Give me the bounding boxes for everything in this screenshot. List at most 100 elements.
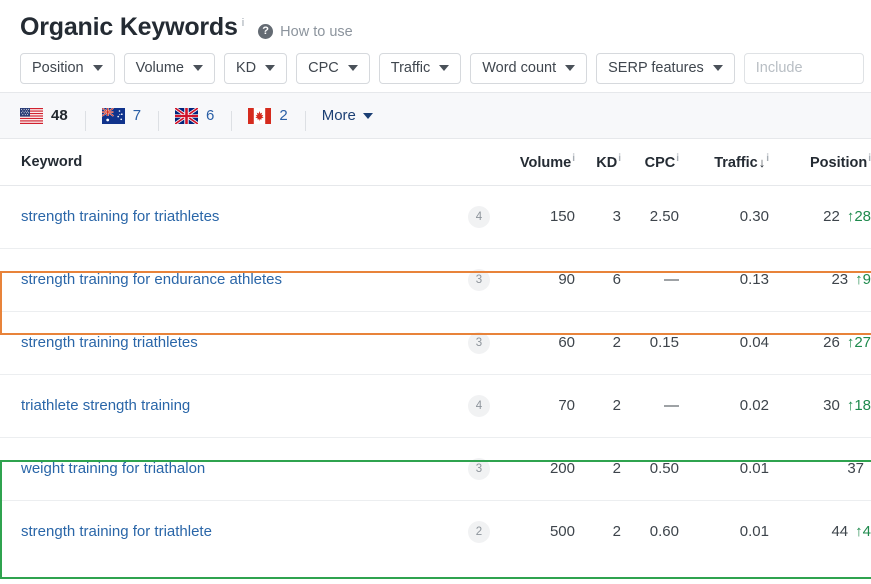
cell-kd: 6 <box>575 248 621 312</box>
info-superscript-icon: i <box>766 152 769 164</box>
country-count-ca: 2 <box>279 107 288 124</box>
page-header: Organic Keywords i ? How to use <box>0 0 871 44</box>
country-count-au: 7 <box>132 107 142 124</box>
us-flag-icon <box>20 107 43 124</box>
filter-traffic[interactable]: Traffic <box>378 52 462 84</box>
cell-traffic: 0.13 <box>679 248 769 312</box>
table-header-row: Keyword Volumei KDi CPCi Traffic↓i Posit… <box>0 139 871 186</box>
cell-word-count: 3 <box>440 311 490 375</box>
filter-bar: Position Volume KD CPC Traffic Word coun… <box>0 44 871 92</box>
column-header-traffic[interactable]: Traffic↓i <box>679 139 769 186</box>
cell-keyword: strength training for endurance athletes <box>0 248 440 312</box>
table-row: strength training for triathlete 2 500 2… <box>0 500 871 563</box>
cell-kd: 2 <box>575 311 621 375</box>
word-count-badge: 3 <box>468 331 490 354</box>
word-count-badge: 4 <box>468 205 490 228</box>
table-row: strength training for triathletes 4 150 … <box>0 185 871 249</box>
keyword-link[interactable]: strength training for triathlete <box>21 523 212 540</box>
position-value: 37 <box>847 460 864 477</box>
cell-position: 44 ↑4 <box>769 500 871 563</box>
filter-volume-label: Volume <box>135 60 184 76</box>
page-title: Organic Keywords <box>20 13 238 41</box>
filter-position[interactable]: Position <box>20 52 115 84</box>
country-item-ca[interactable]: 2 <box>231 107 304 131</box>
cell-traffic: 0.02 <box>679 374 769 438</box>
column-header-volume[interactable]: Volumei <box>490 139 575 186</box>
filter-volume[interactable]: Volume <box>123 52 215 84</box>
cell-cpc: 0.15 <box>621 311 679 375</box>
chevron-down-icon <box>192 65 203 71</box>
position-delta: ↑28 <box>846 208 871 225</box>
sort-descending-icon: ↓ <box>758 154 766 170</box>
keyword-link[interactable]: weight training for triathalon <box>21 460 205 477</box>
country-item-us[interactable]: 48 <box>20 107 85 124</box>
cell-cpc: 0.60 <box>649 523 679 541</box>
filter-serp-features[interactable]: SERP features <box>596 52 735 84</box>
country-item-gb[interactable]: 6 <box>158 107 231 131</box>
table-row: strength training for endurance athletes… <box>0 248 871 312</box>
filter-cpc[interactable]: CPC <box>296 52 370 84</box>
word-count-badge: 4 <box>468 394 490 417</box>
cell-kd: 2 <box>575 437 621 501</box>
cell-volume: 60 <box>490 311 575 375</box>
cell-traffic: 0.04 <box>679 311 769 375</box>
cell-word-count: 3 <box>440 248 490 312</box>
position-value: 44 <box>831 523 849 541</box>
column-header-cpc[interactable]: CPCi <box>621 139 679 186</box>
cell-volume: 200 <box>490 437 575 501</box>
filter-serp-features-label: SERP features <box>608 60 704 76</box>
keyword-link[interactable]: strength training for endurance athletes <box>21 271 282 288</box>
cell-kd: 2 <box>575 374 621 438</box>
chevron-down-icon <box>712 65 723 71</box>
filter-cpc-label: CPC <box>308 60 339 76</box>
filter-word-count[interactable]: Word count <box>470 52 588 84</box>
word-count-badge: 3 <box>468 457 490 480</box>
cell-word-count: 2 <box>440 500 490 563</box>
info-superscript-icon: i <box>618 152 621 164</box>
cell-word-count: 4 <box>440 185 490 249</box>
column-header-keyword[interactable]: Keyword <box>0 139 440 186</box>
cell-position: 37 <box>769 437 871 501</box>
organic-keywords-page: Organic Keywords i ? How to use Position… <box>0 0 871 584</box>
column-header-kd[interactable]: KDi <box>575 139 621 186</box>
country-item-au[interactable]: 7 <box>84 107 158 131</box>
cell-volume: 70 <box>490 374 575 438</box>
column-header-volume-label: Volume <box>519 154 572 171</box>
ca-flag-icon <box>248 107 272 124</box>
keyword-link[interactable]: strength training for triathletes <box>21 208 219 225</box>
word-count-badge: 2 <box>468 520 490 543</box>
cell-position: 26 ↑27 <box>769 311 871 375</box>
cell-cpc: — <box>621 374 679 438</box>
filter-traffic-label: Traffic <box>390 60 431 76</box>
cell-cpc: 0.50 <box>621 437 679 501</box>
cell-volume: 150 <box>490 185 575 249</box>
word-count-badge: 3 <box>468 268 490 291</box>
position-value: 30 <box>823 397 840 414</box>
position-delta: ↑9 <box>855 271 871 288</box>
how-to-use-link[interactable]: ? How to use <box>258 24 353 40</box>
keyword-link[interactable]: triathlete strength training <box>21 397 190 414</box>
column-header-position-label: Position <box>810 154 868 171</box>
column-header-keyword-label: Keyword <box>21 153 83 170</box>
include-input[interactable] <box>743 52 864 84</box>
position-value: 26 <box>823 334 840 351</box>
table-body: strength training for triathletes 4 150 … <box>0 185 871 563</box>
cell-word-count: 4 <box>440 374 490 438</box>
cell-keyword: triathlete strength training <box>0 374 440 438</box>
filter-kd-label: KD <box>235 60 257 76</box>
cell-volume: 90 <box>490 248 575 312</box>
cell-traffic: 0.01 <box>739 523 769 541</box>
cell-kd: 3 <box>575 185 621 249</box>
position-delta: ↑4 <box>855 523 871 541</box>
position-delta: ↑18 <box>846 397 871 414</box>
keyword-link[interactable]: strength training triathletes <box>21 334 198 351</box>
cell-keyword: weight training for triathalon <box>0 437 440 501</box>
filter-word-count-label: Word count <box>482 60 557 76</box>
cell-volume: 500 <box>549 523 575 541</box>
filter-kd[interactable]: KD <box>223 52 288 84</box>
cell-keyword: strength training for triathletes <box>0 185 440 249</box>
cell-cpc: — <box>621 248 679 312</box>
position-value: 22 <box>823 208 840 225</box>
column-header-position[interactable]: Position i <box>769 139 871 186</box>
more-countries-button[interactable]: More <box>304 107 373 131</box>
